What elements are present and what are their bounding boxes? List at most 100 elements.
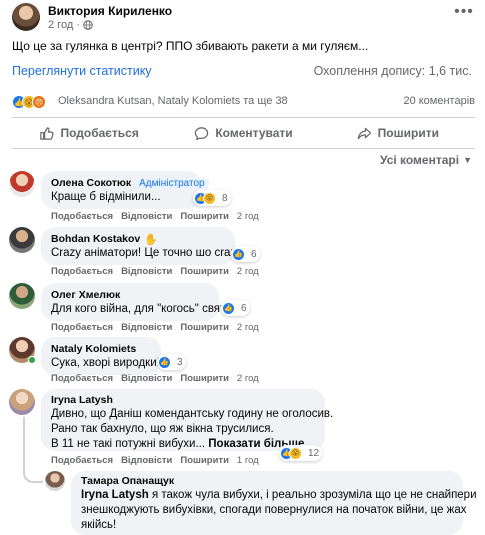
reaction-count: 12 (308, 447, 320, 459)
comment-time[interactable]: 2 год (237, 266, 259, 277)
meta-dot: · (76, 19, 80, 31)
comment-text-line: Iryna Latysh я також чула вибухи, і реал… (81, 488, 477, 503)
comment-text-line: Дивно, що Даніш комендантську годину не … (51, 408, 334, 420)
comment: Nataly Kolomiets Сука, хворі виродки! 👍 … (9, 337, 475, 387)
post-reach: Охоплення допису: 1,6 тис. (313, 64, 472, 78)
reaction-count: 8 (222, 192, 228, 204)
comment-time[interactable]: 2 год (237, 211, 259, 222)
like-reaction-icon: 👍 (158, 355, 171, 369)
post-author[interactable]: Виктория Кириленко (48, 4, 172, 18)
comment-reactions[interactable]: 👍 😮 12 (279, 445, 323, 461)
like-button-label: Подобається (60, 126, 139, 140)
view-statistics-link[interactable]: Переглянути статистику (12, 64, 152, 78)
comment-button[interactable]: Коментувати (166, 118, 320, 148)
globe-icon (83, 20, 93, 30)
more-options-icon[interactable]: ••• (453, 4, 475, 21)
comment-header: Олена Сокотюк Адміністратор (51, 176, 209, 190)
reactions-summary: 👍 😮 😠 Oleksandra Kutsan, Nataly Kolomiet… (12, 95, 475, 111)
mention-link[interactable]: Iryna Latysh (81, 489, 149, 501)
post-time[interactable]: 2 год (48, 19, 73, 31)
commenter-name[interactable]: Тамара Опанащук (81, 475, 174, 487)
reply-comment: Тамара Опанащук Iryna Latysh я також чул… (45, 471, 477, 535)
comment-reply-button[interactable]: Відповісти (121, 211, 172, 222)
comment-text: Crazy аніматори! Це точно шо crazy! (51, 247, 246, 259)
comment-reactions[interactable]: 👍 6 (231, 246, 260, 262)
comment-reactions[interactable]: 👍 3 (157, 354, 186, 370)
commenter-name[interactable]: Олег Хмелюк (51, 289, 120, 301)
comment-share-button[interactable]: Поширити (180, 373, 229, 384)
wave-icon: ✋ (144, 233, 158, 246)
comment-like-button[interactable]: Подобається (51, 322, 113, 333)
post-header: Виктория Кириленко 2 год · ••• (12, 3, 475, 39)
comment-reply-button[interactable]: Відповісти (121, 373, 172, 384)
commenter-avatar[interactable] (9, 227, 35, 253)
comment-reply-button[interactable]: Відповісти (121, 322, 172, 333)
comment: Олег Хмелюк Для кого війна, для "когось"… (9, 283, 475, 333)
comment-actions: Подобається Відповісти Поширити 2 год (51, 211, 259, 222)
comment-header: Bohdan Kostakov ✋ (51, 232, 225, 246)
comment-share-button[interactable]: Поширити (180, 455, 229, 466)
angry-reaction-icon: 😠 (32, 95, 46, 109)
reaction-icons[interactable]: 👍 😮 😠 (12, 95, 46, 109)
comment-text: Сука, хворі виродки! (51, 357, 160, 369)
comment-reply-button[interactable]: Відповісти (121, 455, 172, 466)
commenter-name[interactable]: Bohdan Kostakov (51, 233, 140, 245)
reaction-count: 3 (177, 356, 183, 368)
commenter-name[interactable]: Олена Сокотюк (51, 177, 131, 189)
comment-time[interactable]: 2 год (237, 322, 259, 333)
commenter-avatar[interactable] (9, 283, 35, 309)
comment-reactions[interactable]: 👍 😮 8 (193, 190, 231, 206)
commenter-name[interactable]: Nataly Kolomiets (51, 343, 136, 355)
comment-bubble: Тамара Опанащук Iryna Latysh я також чул… (71, 471, 477, 535)
comment-bubble: Олена Сокотюк Адміністратор Краще б відм… (41, 171, 209, 209)
online-status-indicator (28, 356, 36, 364)
comment-text: Для кого війна, для "когось" свято (51, 303, 232, 315)
comment-header: Nataly Kolomiets (51, 342, 151, 356)
comment-text-line: якійсь! (81, 519, 117, 531)
comment-share-button[interactable]: Поширити (180, 322, 229, 333)
reaction-names[interactable]: Oleksandra Kutsan, Nataly Kolomiets та щ… (58, 95, 288, 107)
comment-actions: Подобається Відповісти Поширити 2 год (51, 266, 259, 277)
like-button[interactable]: Подобається (12, 118, 166, 148)
comment-bubble: Олег Хмелюк Для кого війна, для "когось"… (41, 283, 232, 321)
comment-like-button[interactable]: Подобається (51, 266, 113, 277)
comment-bubble: Nataly Kolomiets Сука, хворі виродки! (41, 337, 161, 375)
comment-sort-dropdown[interactable]: Усі коментарі ▼ (380, 153, 472, 167)
comment-share-button[interactable]: Поширити (180, 266, 229, 277)
comment-time[interactable]: 2 год (237, 373, 259, 384)
commenter-name[interactable]: Iryna Latysh (51, 394, 113, 406)
comment-actions: Подобається Відповісти Поширити 2 год (51, 322, 259, 333)
like-reaction-icon: 👍 (222, 301, 235, 315)
comment-like-button[interactable]: Подобається (51, 455, 113, 466)
comments-count[interactable]: 20 коментарів (403, 95, 475, 107)
comment-time[interactable]: 1 год (237, 455, 259, 466)
comment-like-button[interactable]: Подобається (51, 373, 113, 384)
comment-header: Тамара Опанащук (81, 474, 453, 488)
comment: Олена Сокотюк Адміністратор Краще б відм… (9, 171, 475, 222)
comment-like-button[interactable]: Подобається (51, 211, 113, 222)
comment: Iryna Latysh Дивно, що Даніш комендантсь… (9, 389, 475, 469)
commenter-avatar[interactable] (45, 471, 65, 491)
commenter-avatar[interactable] (9, 389, 35, 415)
share-button-label: Поширити (377, 126, 439, 140)
comment-text-line: Рано так бахнуло, що яж вікна трусилися. (51, 423, 274, 435)
commenter-avatar[interactable] (9, 171, 35, 197)
comment-text: я також чула вибухи, і реально зрозуміла… (148, 489, 477, 501)
comment-bubble: Bohdan Kostakov ✋ Crazy аніматори! Це то… (41, 227, 246, 265)
share-button[interactable]: Поширити (321, 118, 475, 148)
wow-reaction-icon: 😮 (203, 191, 216, 205)
comment-reply-button[interactable]: Відповісти (121, 266, 172, 277)
comment-text: В 11 не такі потужні вибухи... (51, 438, 206, 450)
reaction-count: 6 (251, 248, 257, 260)
comment-text-line: знешкоджують вибухівки, спогади повернул… (81, 504, 467, 516)
comment-bubble: Iryna Latysh Дивно, що Даніш комендантсь… (41, 389, 334, 451)
author-avatar[interactable] (12, 3, 40, 31)
comment-header: Iryna Latysh (51, 393, 315, 407)
reply-thread-line (23, 417, 43, 483)
chevron-down-icon: ▼ (463, 155, 472, 165)
comment-reactions[interactable]: 👍 6 (221, 300, 250, 316)
comment: Bohdan Kostakov ✋ Crazy аніматори! Це то… (9, 227, 475, 277)
share-icon (357, 127, 371, 139)
post-meta: 2 год · (48, 19, 93, 31)
comment-share-button[interactable]: Поширити (180, 211, 229, 222)
